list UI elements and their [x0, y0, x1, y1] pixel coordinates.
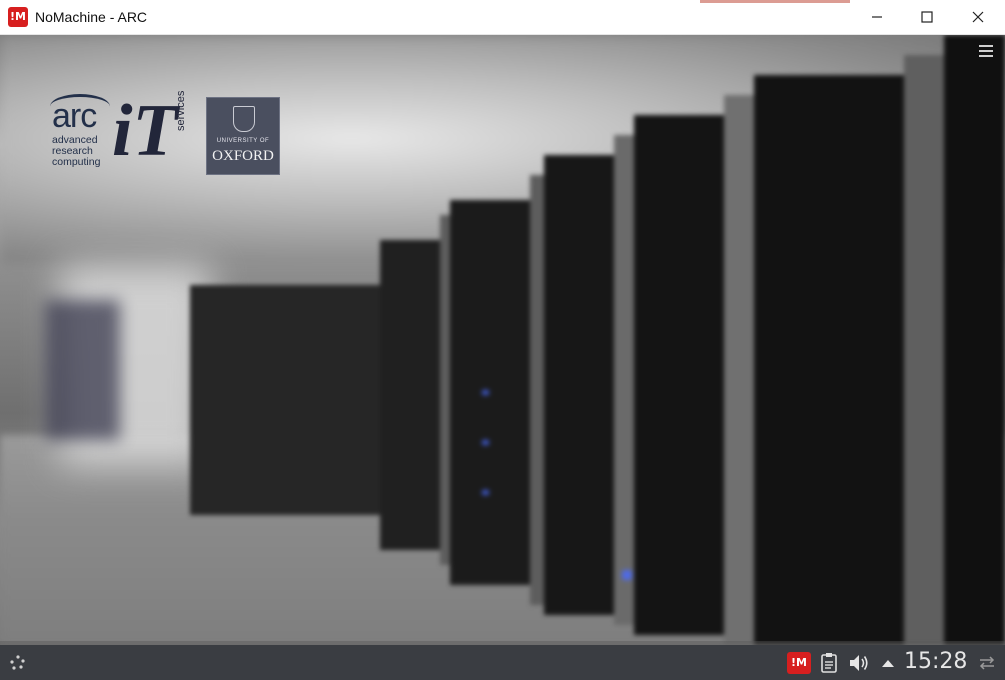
nomachine-tray-icon[interactable]: !M: [787, 652, 811, 674]
nomachine-app-icon: !M: [8, 7, 28, 27]
it-logo-text: iT: [112, 90, 178, 172]
maximize-button[interactable]: [902, 0, 952, 34]
oxford-crest-icon: [233, 106, 255, 132]
background-window-edge: [700, 0, 850, 3]
maximize-icon: [921, 11, 933, 23]
close-icon: [972, 11, 984, 23]
session-menu-icon[interactable]: [979, 45, 993, 57]
applications-menu-icon[interactable]: [8, 653, 28, 673]
tray-expand-icon[interactable]: [880, 655, 896, 671]
clipboard-icon[interactable]: [820, 652, 838, 674]
oxford-logo: UNIVERSITY OF OXFORD: [206, 97, 280, 175]
remote-desktop[interactable]: arc advanced research computing iT servi…: [0, 35, 1005, 645]
nomachine-window: !M NoMachine - ARC arc advanced research…: [0, 0, 1005, 680]
network-icon[interactable]: [978, 654, 996, 672]
arc-it-oxford-logo: arc advanced research computing iT servi…: [48, 91, 280, 177]
taskbar-clock[interactable]: 15:28: [904, 649, 967, 674]
arc-logo-text: arc: [52, 97, 97, 135]
minimize-icon: [872, 16, 882, 18]
oxford-name-text: OXFORD: [212, 148, 274, 164]
it-services-text: services: [175, 90, 187, 131]
title-bar[interactable]: !M NoMachine - ARC: [0, 0, 1005, 35]
oxford-university-text: UNIVERSITY OF: [216, 138, 270, 144]
volume-icon[interactable]: [848, 652, 870, 674]
arc-logo-subtitle: advanced research computing: [52, 134, 101, 168]
remote-taskbar: !M 15:28: [0, 645, 1005, 680]
close-button[interactable]: [953, 0, 1003, 34]
minimize-button[interactable]: [852, 0, 902, 34]
window-title: NoMachine - ARC: [35, 9, 148, 25]
